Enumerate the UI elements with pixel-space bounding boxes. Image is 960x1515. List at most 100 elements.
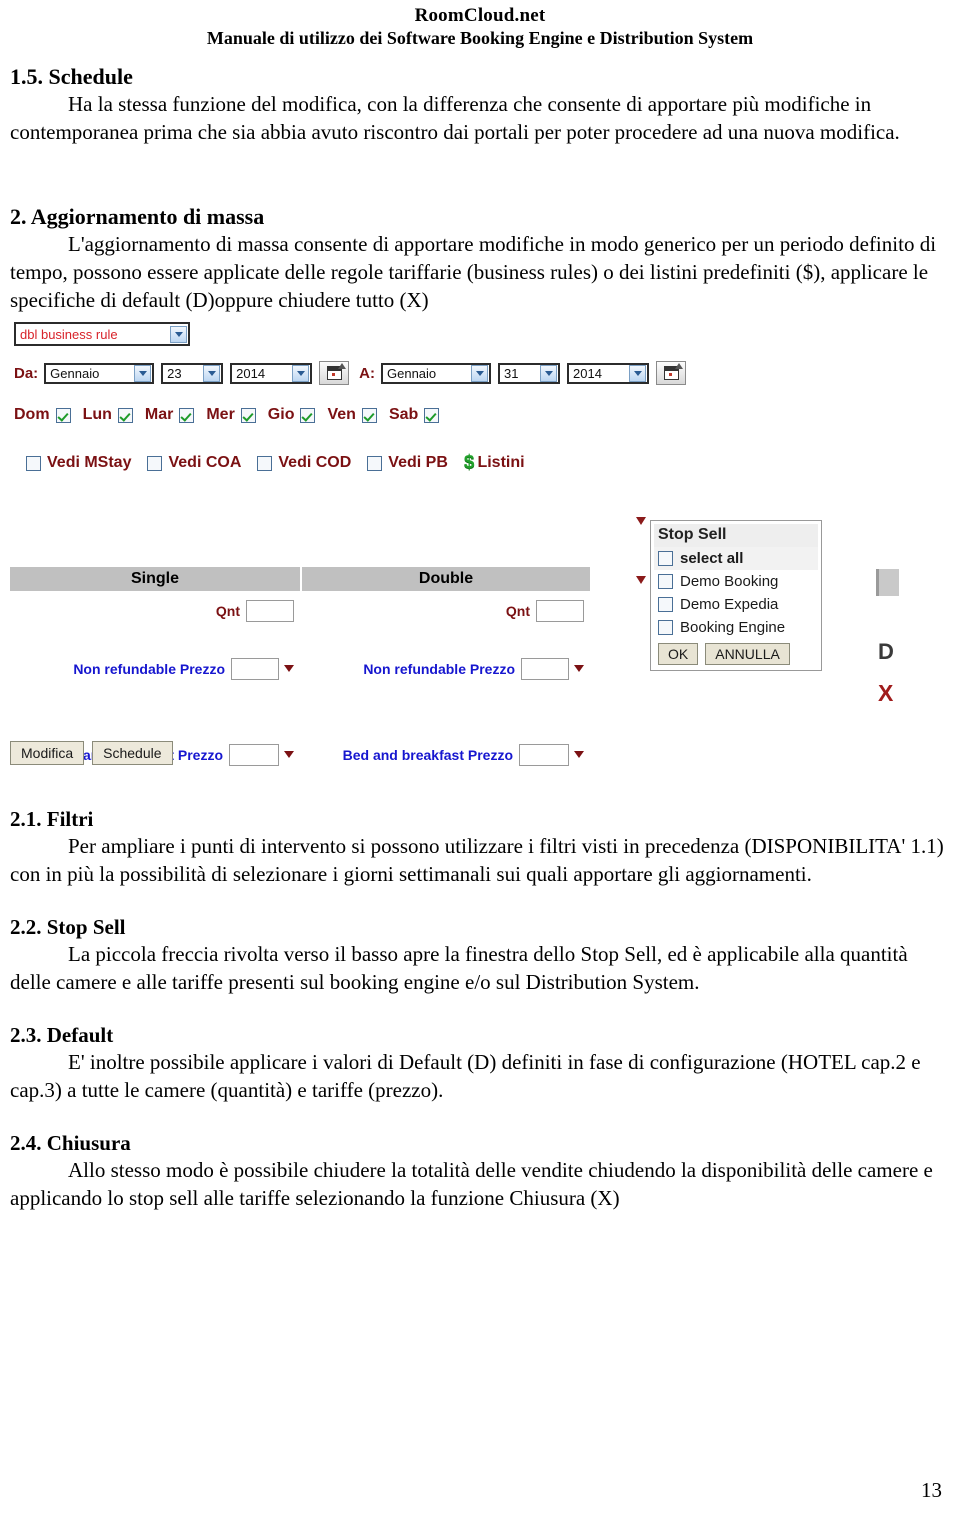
stop-sell-option-select-all[interactable]: select all: [654, 547, 818, 570]
close-marker[interactable]: X: [878, 680, 893, 707]
action-buttons: Modifica Schedule: [10, 741, 173, 765]
stop-sell-option-demo-booking[interactable]: Demo Booking: [654, 570, 818, 593]
to-day-select[interactable]: 31: [498, 362, 560, 384]
stop-sell-arrow-icon[interactable]: [574, 751, 584, 758]
heading-2-1-filtri: 2.1. Filtri: [10, 807, 94, 831]
view-option-cod[interactable]: Vedi COD: [257, 454, 351, 472]
business-rule-select[interactable]: dbl business rule: [14, 322, 190, 346]
document-site-title: RoomCloud.net: [414, 5, 546, 26]
weekday-sab-checkbox[interactable]: [424, 407, 440, 423]
heading-1-5-schedule: 1.5. Schedule: [10, 64, 133, 89]
demo-expedia-checkbox[interactable]: [658, 597, 673, 612]
demo-expedia-label: Demo Expedia: [680, 596, 779, 613]
to-year-value: 2014: [573, 365, 602, 381]
chevron-down-icon[interactable]: [292, 364, 310, 382]
rate-table-header: Single Double: [10, 567, 590, 591]
view-option-coa[interactable]: Vedi COA: [147, 454, 241, 472]
chevron-down-icon[interactable]: [471, 364, 488, 382]
weekday-ven-checkbox[interactable]: [361, 407, 377, 423]
weekday-filter-row: Dom Lun Mar Mer Gio Ven Sab: [14, 406, 451, 424]
qnt-label: Qnt: [215, 602, 240, 619]
stop-sell-arrow-icon[interactable]: [284, 751, 294, 758]
document-content-lower: 2.1. Filtri Per ampliare i punti di inte…: [0, 784, 960, 1212]
date-to-label: A:: [359, 364, 375, 382]
double-bed-and-breakfast-input[interactable]: [519, 743, 569, 766]
cell-double-quantity: Qnt: [300, 599, 590, 622]
double-quantity-input[interactable]: [536, 599, 584, 622]
paragraph-2-1: Per ampliare i punti di intervento si po…: [10, 834, 944, 886]
single-non-refundable-input[interactable]: [231, 657, 279, 680]
weekday-gio-checkbox[interactable]: [300, 407, 316, 423]
weekday-dom-checkbox[interactable]: [55, 407, 71, 423]
heading-2-4-chiusura: 2.4. Chiusura: [10, 1131, 131, 1155]
default-marker[interactable]: D: [878, 639, 894, 665]
dollar-icon: $: [463, 452, 475, 473]
chevron-down-icon[interactable]: [170, 325, 187, 343]
from-calendar-button[interactable]: [319, 361, 350, 385]
listini-link[interactable]: $ Listini: [464, 452, 525, 474]
stop-sell-arrow-icon[interactable]: [284, 665, 294, 672]
weekday-mer-checkbox[interactable]: [240, 407, 256, 423]
cell-single-quantity: Qnt: [10, 599, 300, 622]
chevron-down-icon[interactable]: [134, 364, 152, 382]
weekday-gio[interactable]: Gio: [268, 406, 316, 424]
stop-sell-option-booking-engine[interactable]: Booking Engine: [654, 616, 818, 639]
to-calendar-button[interactable]: [656, 361, 686, 385]
vedi-cod-checkbox[interactable]: [257, 455, 273, 471]
rate-table: Single Double Qnt Qnt Non refundable Pre…: [10, 567, 590, 770]
weekday-mar[interactable]: Mar: [145, 406, 195, 424]
weekday-ven[interactable]: Ven: [327, 406, 377, 424]
chevron-down-icon[interactable]: [540, 364, 557, 382]
single-bed-and-breakfast-input[interactable]: [229, 743, 279, 766]
stop-sell-panel: Stop Sell select all Demo Booking Demo E…: [650, 520, 822, 671]
single-quantity-input[interactable]: [246, 599, 294, 622]
booking-engine-checkbox[interactable]: [658, 620, 673, 635]
scrollbar-thumb[interactable]: [876, 569, 899, 596]
demo-booking-label: Demo Booking: [680, 573, 779, 590]
weekday-label: Mer: [206, 406, 235, 423]
date-from-label: Da:: [14, 364, 39, 382]
paragraph-2-4: Allo stesso modo è possibile chiudere la…: [10, 1158, 933, 1210]
to-day-value: 31: [504, 365, 519, 381]
weekday-dom[interactable]: Dom: [14, 406, 71, 424]
paragraph-2: L'aggiornamento di massa consente di app…: [10, 232, 937, 312]
from-day-select[interactable]: 23: [161, 362, 224, 384]
from-year-select[interactable]: 2014: [230, 362, 313, 384]
page-number: 13: [921, 1478, 942, 1502]
weekday-mer[interactable]: Mer: [206, 406, 256, 424]
vedi-mstay-checkbox[interactable]: [26, 455, 41, 471]
select-all-label: select all: [680, 550, 744, 567]
view-option-mstay[interactable]: Vedi MStay: [26, 454, 131, 472]
weekday-sab[interactable]: Sab: [389, 406, 440, 424]
weekday-label: Lun: [82, 406, 112, 423]
chevron-down-icon[interactable]: [203, 364, 221, 382]
heading-2-2-stop-sell: 2.2. Stop Sell: [10, 915, 126, 939]
stop-sell-option-demo-expedia[interactable]: Demo Expedia: [654, 593, 818, 616]
stop-sell-ok-button[interactable]: OK: [658, 643, 699, 665]
business-rule-value: dbl business rule: [20, 326, 118, 342]
triangle-up-icon: [675, 363, 683, 369]
stop-sell-cancel-button[interactable]: ANNULLA: [705, 643, 790, 665]
to-month-select[interactable]: Gennaio: [381, 362, 491, 384]
view-option-pb[interactable]: Vedi PB: [367, 454, 448, 472]
column-header-single: Single: [10, 567, 300, 591]
from-month-select[interactable]: Gennaio: [44, 362, 155, 384]
weekday-mar-checkbox[interactable]: [179, 407, 195, 423]
modifica-button[interactable]: Modifica: [10, 741, 85, 765]
vedi-coa-checkbox[interactable]: [147, 455, 163, 471]
to-year-select[interactable]: 2014: [567, 362, 649, 384]
table-row-non-refundable: Non refundable Prezzo Non refundable Pre…: [10, 653, 590, 684]
weekday-lun[interactable]: Lun: [83, 406, 133, 424]
vedi-pb-checkbox[interactable]: [367, 455, 383, 471]
triangle-down-icon: [636, 576, 646, 584]
weekday-lun-checkbox[interactable]: [117, 407, 133, 423]
column-header-double: Double: [300, 567, 590, 591]
select-all-checkbox[interactable]: [658, 551, 673, 566]
demo-booking-checkbox[interactable]: [658, 574, 673, 589]
chevron-down-icon[interactable]: [629, 364, 646, 382]
stop-sell-arrow-icon[interactable]: [574, 665, 584, 672]
view-options-row: Vedi MStay Vedi COA Vedi COD Vedi PB $ L…: [26, 452, 541, 474]
double-non-refundable-input[interactable]: [521, 657, 569, 680]
schedule-button[interactable]: Schedule: [92, 741, 173, 765]
vedi-pb-label: Vedi PB: [388, 454, 448, 471]
